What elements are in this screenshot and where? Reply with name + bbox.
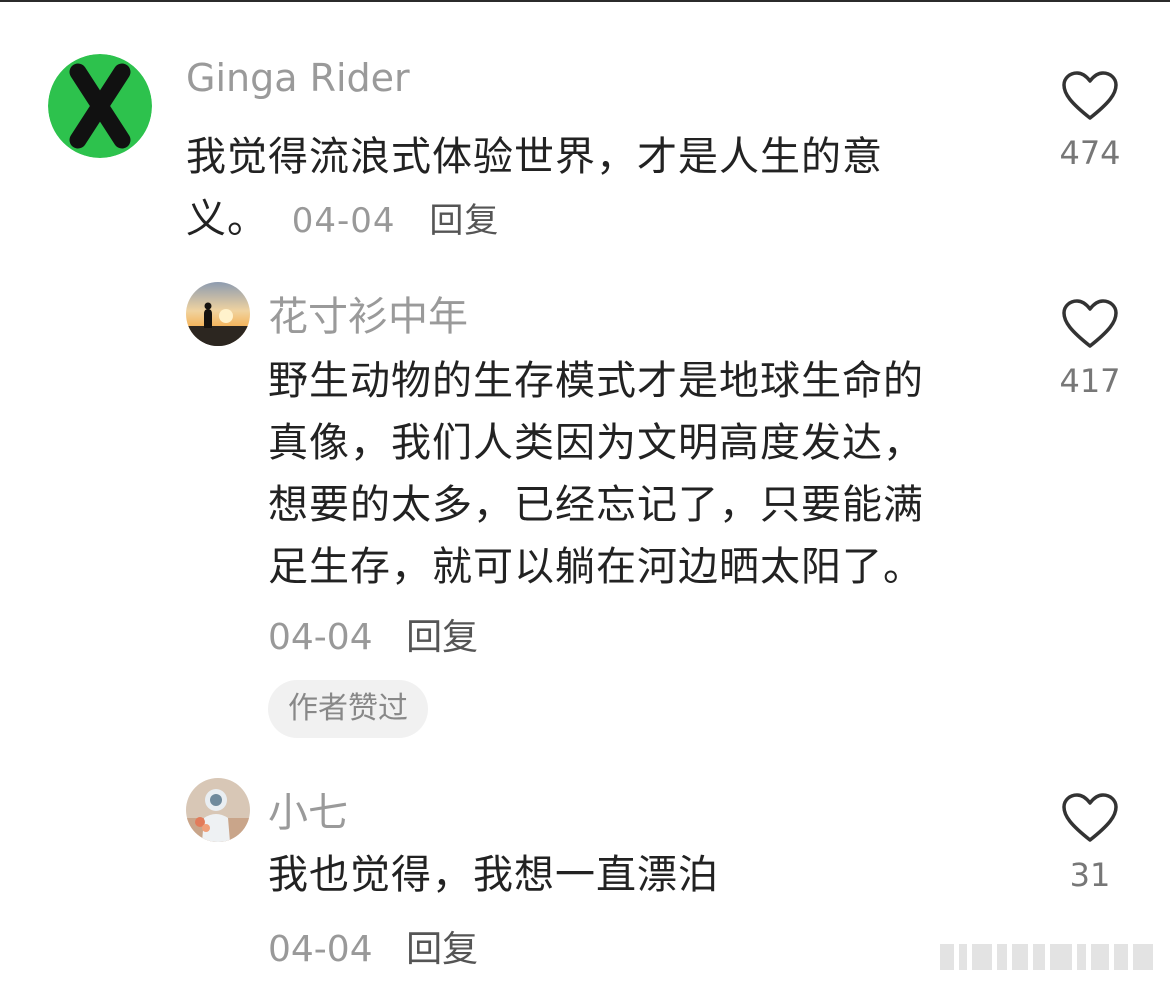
reply-button[interactable]: 回复 <box>429 201 499 241</box>
comment-date: 04-04 <box>291 201 396 241</box>
comment-text-line: 我觉得流浪式体验世界，才是人生的意 <box>186 134 883 180</box>
comment-text-line: 足生存，就可以躺在河边晒太阳了。 <box>268 544 924 590</box>
username[interactable]: 花寸衫中年 <box>268 284 468 342</box>
comment-text-line: 我也觉得，我想一直漂泊 <box>268 852 719 898</box>
author-liked-badge: 作者赞过 <box>268 680 428 738</box>
like-button[interactable]: 31 <box>1050 792 1130 894</box>
heart-outline-icon <box>1062 793 1118 842</box>
like-count: 474 <box>1059 134 1121 172</box>
heart-outline-icon <box>1062 299 1118 348</box>
like-button[interactable]: 417 <box>1050 298 1130 400</box>
avatar-xiao-qi[interactable] <box>186 778 250 842</box>
comment-text-line: 想要的太多，已经忘记了，只要能满 <box>268 482 924 528</box>
comment-date: 04-04 <box>268 617 373 658</box>
comment-meta: 04-04 回复 <box>268 920 478 972</box>
reply-button[interactable]: 回复 <box>406 929 478 970</box>
username[interactable]: 小七 <box>268 780 348 838</box>
heart-outline-icon <box>1062 71 1118 120</box>
reply-button[interactable]: 回复 <box>406 617 478 658</box>
like-button[interactable]: 474 <box>1050 70 1130 172</box>
like-count: 417 <box>1059 362 1121 400</box>
avatar-ginga-rider[interactable] <box>48 54 152 158</box>
comment-text: 我也觉得，我想一直漂泊 <box>268 844 1028 906</box>
top-divider <box>0 0 1170 2</box>
comment-date: 04-04 <box>268 929 373 970</box>
comment-text-line: 真像，我们人类因为文明高度发达， <box>268 420 924 466</box>
comment-text-line: 义。 04-04 回复 <box>186 188 986 252</box>
comment-text-tail: 义。 <box>186 196 268 242</box>
comment-text: 我觉得流浪式体验世界，才是人生的意 义。 04-04 回复 <box>186 126 986 252</box>
username[interactable]: Ginga Rider <box>186 56 410 100</box>
comment-text: 野生动物的生存模式才是地球生命的 真像，我们人类因为文明高度发达， 想要的太多，… <box>268 350 1028 598</box>
comment-meta: 04-04 回复 <box>268 608 478 660</box>
watermark-bars <box>940 944 1160 970</box>
avatar-hua-cun-shan[interactable] <box>186 282 250 346</box>
like-count: 31 <box>1069 856 1111 894</box>
comment-text-line: 野生动物的生存模式才是地球生命的 <box>268 358 924 404</box>
